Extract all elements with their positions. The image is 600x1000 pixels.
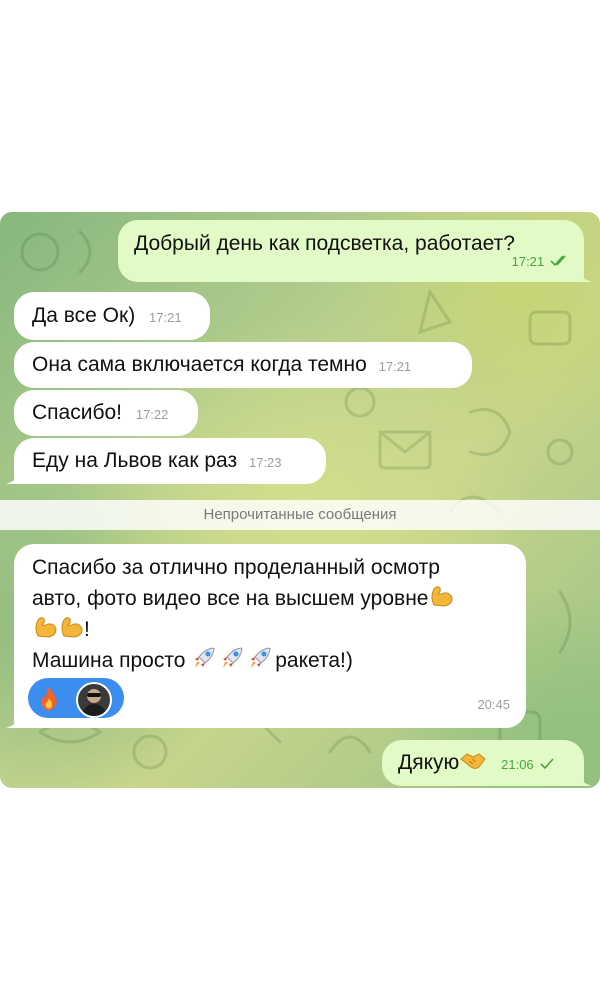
flexed-biceps-emoji <box>61 617 83 638</box>
message-time: 17:21 <box>378 359 412 374</box>
message-meta: 17:21 <box>512 246 570 276</box>
flexed-biceps-emoji <box>431 586 453 607</box>
reaction-chip[interactable] <box>28 678 124 718</box>
bubble-tail <box>6 466 22 484</box>
message-line: Спасибо за отлично проделанный осмотр <box>32 552 526 583</box>
message-time: 17:21 <box>511 254 545 269</box>
check-icon <box>539 758 554 770</box>
message-text: Она сама включается когда темно <box>32 353 367 376</box>
bubble-tail <box>576 768 592 786</box>
message-time: 17:23 <box>248 455 282 470</box>
message-text: Машина просто <box>32 649 192 672</box>
message-incoming[interactable]: Она сама включается когда темно 17:21 <box>14 342 472 388</box>
chat-area[interactable]: Добрый день как подсветка, работает? 17:… <box>0 212 600 788</box>
message-time: 21:06 <box>501 757 534 772</box>
rocket-emoji <box>223 647 243 668</box>
avatar <box>76 682 112 718</box>
bubble-tail <box>6 710 22 728</box>
message-text: ракета!) <box>275 649 353 672</box>
message-text: Спасибо за отлично проделанный осмотр <box>32 556 440 579</box>
message-text: авто, фото видео все на высшем уровне <box>32 587 429 610</box>
handshake-emoji <box>460 753 486 769</box>
message-text: Добрый день как подсветка, работает? <box>134 232 515 255</box>
message-line: Машина просто ракета!) <box>32 645 526 676</box>
bubble-tail <box>576 264 592 282</box>
message-time: 17:21 <box>149 310 182 325</box>
rocket-emoji <box>195 647 215 668</box>
message-line: авто, фото видео все на высшем уровне <box>32 583 526 614</box>
page: Добрый день как подсветка, работает? 17:… <box>0 0 600 1000</box>
message-text: Да все Ок) <box>32 304 136 327</box>
message-text: Спасибо! <box>32 401 122 424</box>
unread-divider: Непрочитанные сообщения <box>0 500 600 530</box>
double-check-icon <box>550 255 566 267</box>
message-outgoing[interactable]: Добрый день как подсветка, работает? 17:… <box>118 220 592 282</box>
message-line: ! <box>32 614 526 645</box>
fire-emoji <box>41 687 57 711</box>
message-text: ! <box>84 618 90 641</box>
message-incoming[interactable]: Спасибо! 17:22 <box>14 390 198 436</box>
message-incoming[interactable]: Еду на Львов как раз 17:23 <box>6 438 326 484</box>
message-time: 17:22 <box>135 407 169 422</box>
message-incoming[interactable]: Да все Ок) 17:21 <box>14 292 210 340</box>
message-text: Дякую <box>398 751 460 774</box>
rocket-emoji <box>251 647 271 668</box>
flexed-biceps-emoji <box>35 617 57 638</box>
message-outgoing[interactable]: Дякую 21:06 <box>382 740 592 786</box>
message-text: Еду на Львов как раз <box>32 449 238 472</box>
message-time: 20:45 <box>477 697 510 712</box>
message-incoming[interactable]: Спасибо за отлично проделанный осмотр ав… <box>6 544 526 728</box>
